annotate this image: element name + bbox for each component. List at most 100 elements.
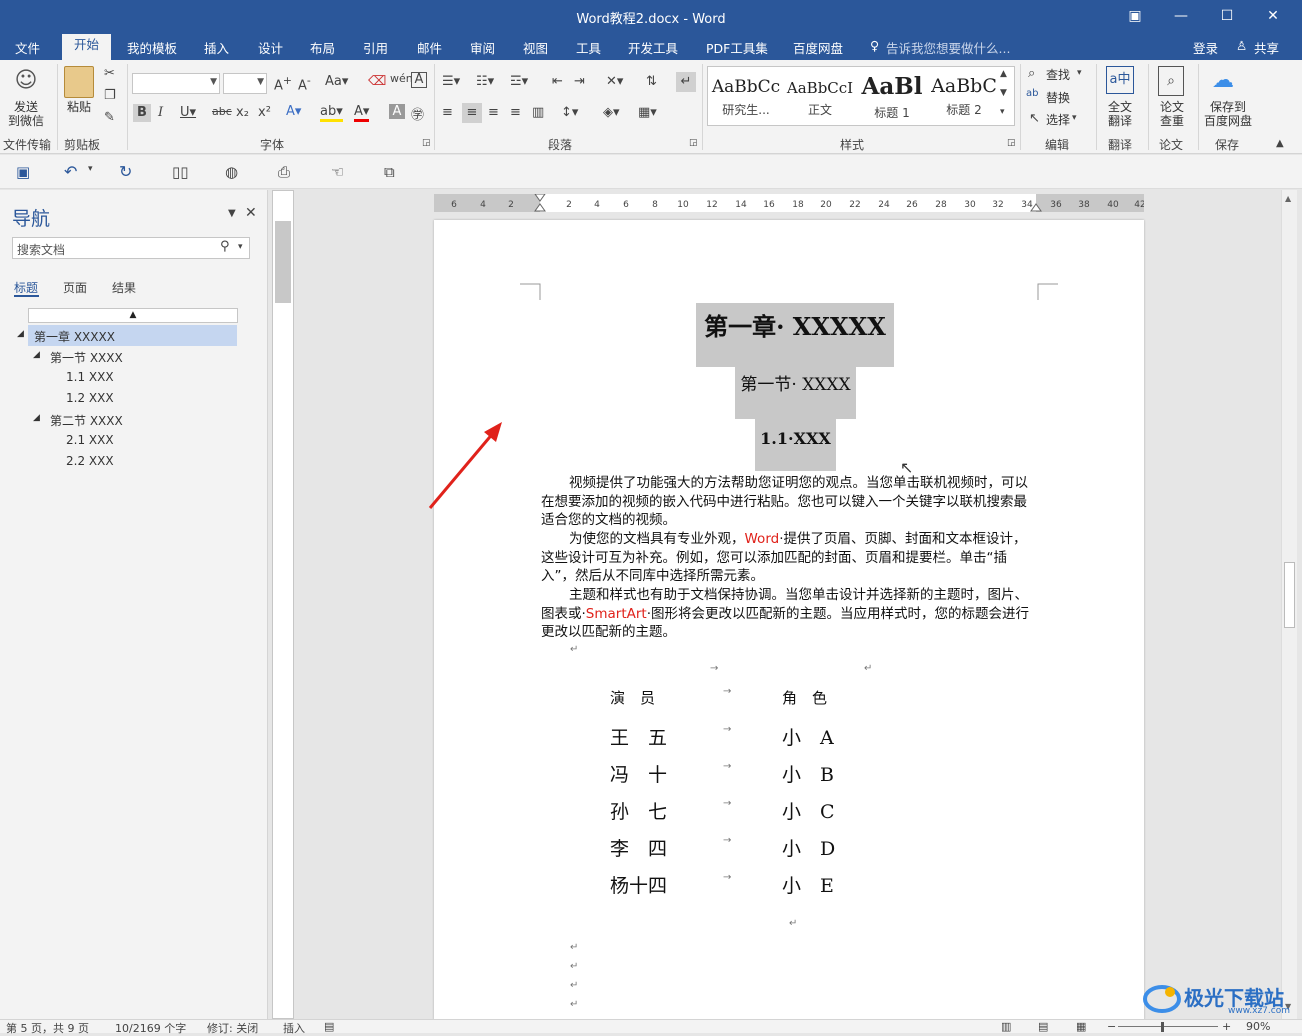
- table-row-role[interactable]: 小 C: [782, 797, 835, 824]
- page-count[interactable]: 第 5 页，共 9 页: [6, 1020, 89, 1036]
- nav-heading-item[interactable]: 第一节 XXXX: [50, 349, 123, 366]
- tab-mailings[interactable]: 邮件: [417, 38, 442, 57]
- tab-references[interactable]: 引用: [363, 38, 388, 57]
- nav-search-input[interactable]: 搜索文档: [12, 237, 250, 259]
- tab-home[interactable]: 开始: [62, 34, 112, 60]
- tab-review[interactable]: 审阅: [470, 38, 495, 57]
- shading-icon[interactable]: ◈▾: [603, 105, 620, 120]
- customize-qat-icon[interactable]: ⧉: [384, 163, 395, 181]
- heading-2[interactable]: 第一节· XXXX: [735, 367, 856, 419]
- web-layout-status-icon[interactable]: ▦: [1076, 1020, 1086, 1033]
- char-border-icon[interactable]: A: [411, 72, 427, 88]
- change-case-icon[interactable]: Aa▾: [325, 74, 348, 89]
- shrink-font-icon[interactable]: A-: [298, 74, 311, 93]
- align-left-icon[interactable]: ≡: [442, 105, 453, 120]
- read-mode-icon[interactable]: ▥: [1001, 1020, 1011, 1033]
- borders-icon[interactable]: ▦▾: [638, 105, 657, 120]
- zoom-slider[interactable]: [1118, 1026, 1218, 1027]
- table-row-actor[interactable]: 王 五: [610, 723, 667, 750]
- tab-pdf-tools[interactable]: PDF工具集: [706, 38, 768, 57]
- grow-font-icon[interactable]: A+: [274, 74, 292, 93]
- decrease-indent-icon[interactable]: ⇤: [552, 74, 563, 89]
- tab-view[interactable]: 视图: [523, 38, 548, 57]
- paragraph-2[interactable]: 为使您的文档具有专业外观，Word·提供了页眉、页脚、封面和文本框设计，这些设计…: [541, 530, 1031, 586]
- nav-heading-item[interactable]: 2.1 XXX: [66, 433, 114, 447]
- replace-button[interactable]: 替换: [1046, 91, 1070, 105]
- increase-indent-icon[interactable]: ⇥: [574, 74, 585, 89]
- paste-button[interactable]: 粘贴: [64, 100, 94, 114]
- zoom-slider-handle[interactable]: [1161, 1022, 1164, 1032]
- save-icon[interactable]: ▣: [16, 163, 30, 181]
- heading-1[interactable]: 第一章· XXXXX: [696, 303, 894, 367]
- zoom-out-icon[interactable]: −: [1107, 1020, 1116, 1033]
- table-row-role[interactable]: 小 D: [782, 834, 835, 861]
- table-row-actor[interactable]: 孙 七: [610, 797, 667, 824]
- maximize-button[interactable]: ☐: [1204, 0, 1250, 32]
- close-icon[interactable]: ✕: [245, 205, 257, 221]
- style-research[interactable]: AaBbCc 研究生...: [710, 71, 782, 123]
- share-button[interactable]: 共享: [1254, 38, 1279, 57]
- italic-icon[interactable]: I: [158, 105, 163, 120]
- chevron-down-icon[interactable]: ▾: [238, 242, 243, 252]
- collapse-ribbon-icon[interactable]: ▲: [1276, 138, 1284, 149]
- document-page[interactable]: 第一章· XXXXX 第一节· XXXX 1.1·XXX 视频提供了功能强大的方…: [434, 220, 1144, 1020]
- font-dialog-launcher-icon[interactable]: ◲: [422, 138, 431, 148]
- font-size-combo[interactable]: ▼: [223, 73, 267, 94]
- tell-me-box[interactable]: 告诉我您想要做什么...: [886, 38, 1010, 57]
- highlight-icon[interactable]: ab▾: [320, 104, 343, 122]
- table-row-actor[interactable]: 李 四: [610, 834, 667, 861]
- styles-scroll-down-icon[interactable]: ▼: [1000, 88, 1007, 98]
- format-painter-icon[interactable]: ✎: [104, 110, 115, 125]
- nav-tab-results[interactable]: 结果: [112, 279, 136, 296]
- nav-heading-item[interactable]: 1.2 XXX: [66, 391, 114, 405]
- vertical-scrollbar[interactable]: ▲ ▼: [1281, 190, 1297, 1019]
- search-icon[interactable]: ⚲: [220, 239, 230, 254]
- expand-icon[interactable]: ◢: [33, 413, 40, 423]
- phonetic-guide-icon[interactable]: wén: [390, 72, 413, 85]
- underline-icon[interactable]: U▾: [180, 105, 196, 120]
- send-to-wechat-button[interactable]: 发送 到微信: [4, 100, 48, 128]
- multilevel-list-icon[interactable]: ☲▾: [510, 74, 528, 89]
- font-name-combo[interactable]: ▼: [132, 73, 220, 94]
- chevron-down-icon[interactable]: ▾: [88, 164, 93, 174]
- ribbon-display-options-icon[interactable]: ▣: [1112, 0, 1158, 32]
- insert-mode[interactable]: 插入: [283, 1020, 305, 1036]
- undo-icon[interactable]: ↶: [64, 162, 77, 181]
- subscript-icon[interactable]: x₂: [236, 105, 249, 120]
- style-heading2[interactable]: AaBbC 标题 2: [928, 71, 1000, 123]
- minimize-button[interactable]: —: [1158, 0, 1204, 32]
- copy-icon[interactable]: ❐: [104, 88, 116, 103]
- distributed-icon[interactable]: ▥: [532, 105, 544, 120]
- tab-design[interactable]: 设计: [258, 38, 283, 57]
- full-translate-button[interactable]: 全文 翻译: [1100, 100, 1140, 128]
- justify-icon[interactable]: ≡: [510, 105, 521, 120]
- close-button[interactable]: ✕: [1250, 0, 1296, 32]
- tab-tools[interactable]: 工具: [576, 38, 601, 57]
- zoom-level[interactable]: 90%: [1246, 1020, 1270, 1033]
- styles-more-icon[interactable]: ▾: [1000, 107, 1005, 117]
- table-header-actor[interactable]: 演 员: [610, 687, 655, 708]
- nav-heading-item[interactable]: 1.1 XXX: [66, 370, 114, 384]
- align-right-icon[interactable]: ≡: [488, 105, 499, 120]
- nav-heading-item[interactable]: 2.2 XXX: [66, 454, 114, 468]
- styles-scroll-up-icon[interactable]: ▲: [1000, 69, 1007, 79]
- table-row-actor[interactable]: 杨十四: [610, 871, 667, 898]
- collapse-all-bar[interactable]: ▲: [28, 308, 238, 323]
- bold-icon[interactable]: B: [133, 104, 151, 122]
- bullets-icon[interactable]: ☰▾: [442, 74, 460, 89]
- expand-icon[interactable]: ◢: [17, 329, 24, 339]
- select-button[interactable]: 选择: [1046, 113, 1070, 127]
- paper-check-button[interactable]: 论文 查重: [1152, 100, 1192, 128]
- touch-mode-icon[interactable]: ☜: [331, 163, 344, 181]
- char-shading-icon[interactable]: A: [389, 104, 405, 119]
- scroll-up-icon[interactable]: ▲: [1285, 194, 1291, 203]
- paragraph-3[interactable]: 主题和样式也有助于文档保持协调。当您单击设计并选择新的主题时，图片、图表或·Sm…: [541, 586, 1031, 642]
- enclose-char-icon[interactable]: ㊫: [411, 104, 424, 123]
- chinese-layout-icon[interactable]: ✕▾: [606, 74, 623, 89]
- find-button[interactable]: 查找: [1046, 68, 1070, 82]
- table-row-role[interactable]: 小 B: [782, 760, 834, 787]
- nav-tab-pages[interactable]: 页面: [63, 279, 87, 296]
- word-count[interactable]: 10/2169 个字: [115, 1020, 186, 1036]
- table-row-role[interactable]: 小 E: [782, 871, 834, 898]
- align-center-icon[interactable]: ≡: [462, 103, 482, 123]
